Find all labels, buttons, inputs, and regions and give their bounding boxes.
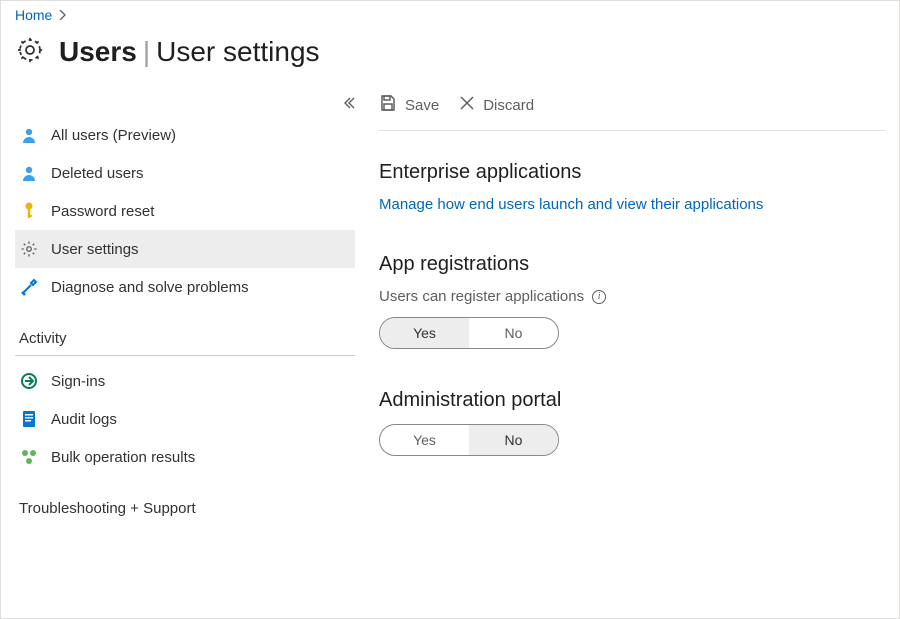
admin-toggle-no[interactable]: No <box>469 425 558 455</box>
admin-portal-section: Administration portal Yes No <box>379 389 885 456</box>
sidebar-item-user-settings[interactable]: User settings <box>15 230 355 268</box>
discard-button[interactable]: Discard <box>459 95 534 115</box>
main-panel: Save Discard Enterprise applications Man… <box>379 88 885 531</box>
appreg-toggle-no[interactable]: No <box>469 318 558 348</box>
sidebar-label: Sign-ins <box>51 373 105 390</box>
enterprise-apps-section: Enterprise applications Manage how end u… <box>379 161 885 213</box>
bulk-icon <box>19 447 39 467</box>
chevron-right-icon <box>58 8 68 23</box>
breadcrumb-home[interactable]: Home <box>15 7 52 23</box>
title-users: Users <box>59 36 137 67</box>
save-icon <box>379 94 397 116</box>
person-icon <box>19 163 39 183</box>
gear-icon <box>19 239 39 259</box>
sidebar: All users (Preview) Deleted users Passwo… <box>15 88 355 531</box>
log-icon <box>19 409 39 429</box>
person-icon <box>19 125 39 145</box>
appreg-label-text: Users can register applications <box>379 288 584 305</box>
sidebar-troubleshoot-header: Troubleshooting + Support <box>15 494 355 525</box>
sidebar-item-audit-logs[interactable]: Audit logs <box>15 400 355 438</box>
sidebar-item-all-users[interactable]: All users (Preview) <box>15 116 355 154</box>
sidebar-label: Password reset <box>51 203 154 220</box>
sidebar-label: Bulk operation results <box>51 449 195 466</box>
appreg-setting-label: Users can register applications i <box>379 288 885 305</box>
signin-icon <box>19 371 39 391</box>
app-registrations-section: App registrations Users can register app… <box>379 253 885 349</box>
collapse-icon[interactable] <box>341 94 355 115</box>
toolbar: Save Discard <box>379 88 885 131</box>
save-label: Save <box>405 97 439 114</box>
enterprise-title: Enterprise applications <box>379 161 885 184</box>
sidebar-label: Audit logs <box>51 411 117 428</box>
gear-icon <box>15 35 45 68</box>
sidebar-label: All users (Preview) <box>51 127 176 144</box>
sidebar-activity-header: Activity <box>15 324 355 356</box>
admin-title: Administration portal <box>379 389 885 412</box>
appreg-toggle: Yes No <box>379 317 559 349</box>
title-page: User settings <box>156 36 319 67</box>
admin-toggle: Yes No <box>379 424 559 456</box>
page-title: Users|User settings <box>59 36 320 68</box>
sidebar-item-diagnose[interactable]: Diagnose and solve problems <box>15 268 355 306</box>
discard-label: Discard <box>483 97 534 114</box>
save-button[interactable]: Save <box>379 94 439 116</box>
appreg-title: App registrations <box>379 253 885 276</box>
sidebar-label: Diagnose and solve problems <box>51 279 249 296</box>
appreg-toggle-yes[interactable]: Yes <box>380 318 469 348</box>
sidebar-item-signins[interactable]: Sign-ins <box>15 362 355 400</box>
admin-toggle-yes[interactable]: Yes <box>380 425 469 455</box>
breadcrumb: Home <box>1 1 899 25</box>
sidebar-item-deleted-users[interactable]: Deleted users <box>15 154 355 192</box>
page-header: Users|User settings <box>1 25 899 88</box>
info-icon[interactable]: i <box>592 290 606 304</box>
key-icon <box>19 201 39 221</box>
close-icon <box>459 95 475 115</box>
sidebar-item-bulk-results[interactable]: Bulk operation results <box>15 438 355 476</box>
sidebar-label: User settings <box>51 241 139 258</box>
wrench-icon <box>19 277 39 297</box>
sidebar-item-password-reset[interactable]: Password reset <box>15 192 355 230</box>
enterprise-manage-link[interactable]: Manage how end users launch and view the… <box>379 196 763 213</box>
sidebar-label: Deleted users <box>51 165 144 182</box>
